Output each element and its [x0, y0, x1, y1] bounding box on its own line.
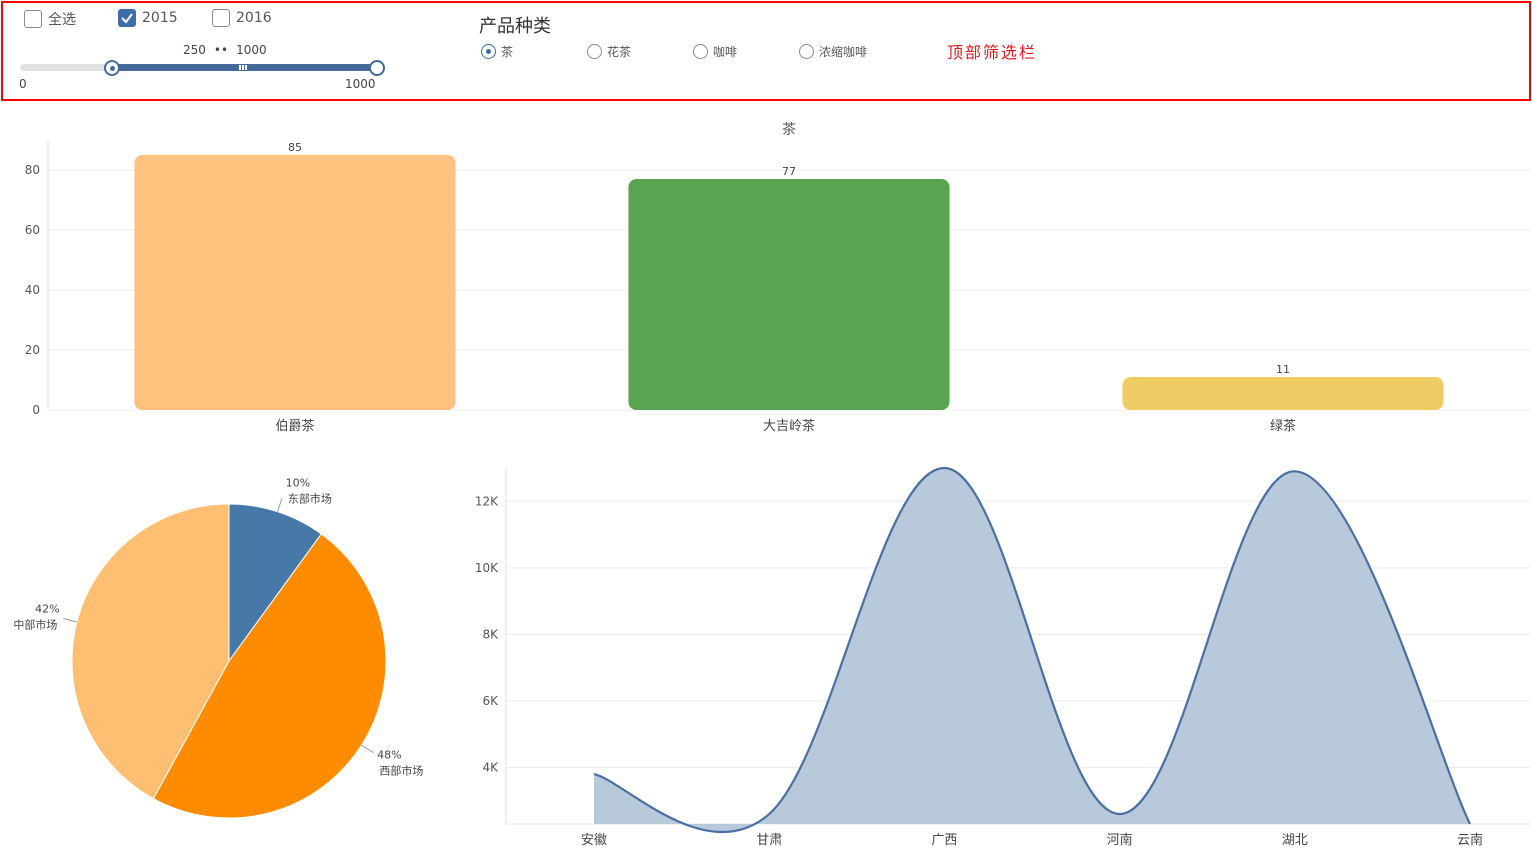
product-category-title: 产品种类 [479, 16, 551, 37]
bar-chart: 茶 0 20 40 60 80 85 伯爵茶 77 大吉岭茶 11 绿茶 [25, 122, 1530, 434]
radio-herbal-tea-label: 花茶 [607, 45, 632, 59]
pie-chart: 10% 东部市场 48% 西部市场 42% 中部市场 [13, 476, 423, 819]
checkbox-2016-box[interactable] [212, 9, 230, 27]
radio-tea-label: 茶 [501, 45, 514, 59]
bar-y-tick-label: 40 [25, 283, 40, 297]
area-category-label: 安徽 [581, 833, 607, 848]
bar-y-tick-label: 60 [25, 223, 40, 237]
range-slider-low-handle[interactable] [104, 60, 120, 76]
bar-chart-title: 茶 [782, 122, 796, 138]
radio-espresso[interactable]: 浓缩咖啡 [799, 43, 867, 60]
range-low-value: 250 [183, 43, 206, 57]
range-values: 250 •• 1000 [183, 43, 267, 57]
bar-category-label: 伯爵茶 [275, 418, 314, 434]
bar-data-label: 77 [782, 165, 796, 178]
bar-y-tick-label: 80 [25, 163, 40, 177]
area-category-label: 云南 [1457, 832, 1483, 848]
checkbox-2016-label: 2016 [236, 10, 272, 26]
range-slider-high-handle[interactable] [369, 60, 385, 76]
checkbox-2015[interactable]: 2015 [118, 9, 178, 27]
area-category-label: 湖北 [1282, 833, 1308, 848]
pie-label-leader [277, 498, 283, 512]
area-chart: 4K 6K 8K 10K 12K 安徽 甘肃 广西 河南 湖北 云南 [475, 466, 1530, 848]
checkbox-2016[interactable]: 2016 [212, 9, 272, 27]
pie-label-leader [361, 744, 374, 754]
pie-percent-label: 10% [286, 476, 310, 489]
area-category-label: 河南 [1107, 832, 1133, 848]
radio-tea[interactable]: 茶 [481, 43, 513, 60]
radio-coffee-dot[interactable] [693, 44, 708, 59]
pie-label-leader [63, 617, 78, 623]
radio-espresso-dot[interactable] [799, 44, 814, 59]
area-y-tick-label: 12K [475, 494, 499, 508]
range-separator: •• [213, 43, 229, 57]
pie-name-label: 西部市场 [379, 764, 423, 778]
area-y-tick-label: 4K [482, 760, 499, 774]
bar-y-tick-label: 20 [25, 343, 40, 357]
radio-tea-dot[interactable] [481, 44, 496, 59]
checkbox-select-all-label: 全选 [48, 12, 76, 28]
bar-1 [628, 179, 950, 410]
checkbox-select-all[interactable]: 全选 [24, 9, 76, 29]
area-y-tick-label: 8K [482, 627, 499, 641]
pie-percent-label: 42% [35, 602, 59, 615]
top-filter-bar: 全选 2015 2016 250 •• 1000 0 1000 产品种类 茶 花… [1, 1, 1531, 101]
range-high-value: 1000 [236, 43, 267, 57]
radio-espresso-label: 浓缩咖啡 [819, 45, 868, 59]
area-category-label: 广西 [931, 833, 957, 848]
bar-category-label: 大吉岭茶 [763, 418, 815, 434]
checkbox-select-all-box[interactable] [24, 10, 42, 28]
checkbox-2015-label: 2015 [142, 10, 178, 26]
area-fill [594, 468, 1470, 833]
range-slider-grip-icon[interactable] [239, 65, 249, 70]
pie-percent-label: 48% [377, 749, 401, 762]
bar-category-label: 绿茶 [1270, 418, 1296, 434]
bar-2 [1122, 377, 1444, 410]
radio-coffee[interactable]: 咖啡 [693, 43, 737, 60]
range-max-label: 1000 [345, 77, 376, 91]
range-min-label: 0 [19, 77, 27, 91]
checkbox-2015-box[interactable] [118, 9, 136, 27]
pie-name-label: 中部市场 [13, 617, 57, 631]
radio-herbal-tea-dot[interactable] [587, 44, 602, 59]
bar-data-label: 85 [288, 141, 302, 154]
area-y-tick-label: 6K [482, 694, 499, 708]
bar-0 [134, 155, 456, 410]
radio-coffee-label: 咖啡 [713, 45, 738, 59]
bar-data-label: 11 [1276, 363, 1290, 376]
top-filter-annotation: 顶部筛选栏 [947, 43, 1038, 62]
pie-name-label: 东部市场 [288, 491, 332, 505]
bar-y-tick-label: 0 [32, 403, 40, 417]
area-category-label: 甘肃 [756, 833, 782, 848]
area-y-tick-label: 10K [475, 561, 499, 575]
radio-herbal-tea[interactable]: 花茶 [587, 43, 631, 60]
